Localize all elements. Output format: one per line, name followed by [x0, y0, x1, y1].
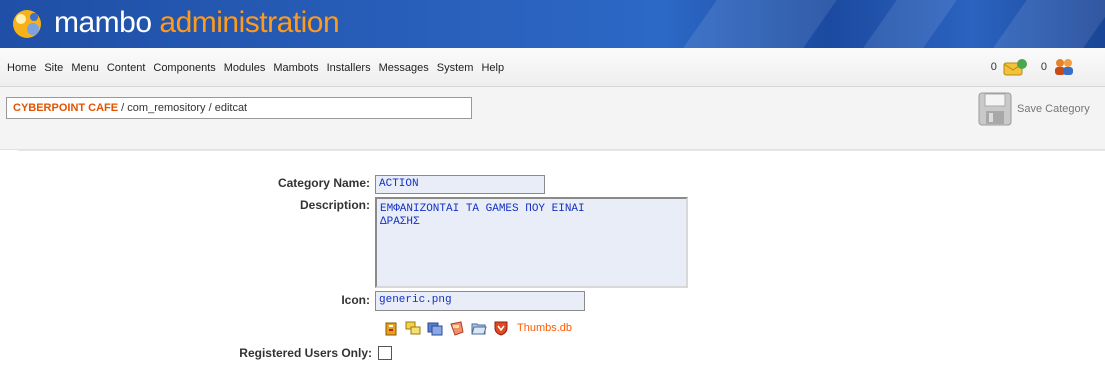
- category-name-label: Category Name:: [277, 176, 370, 190]
- menu-item-home[interactable]: Home: [7, 62, 36, 74]
- thumbs-db-link[interactable]: Thumbs.db: [517, 322, 572, 334]
- registered-users-checkbox[interactable]: [378, 346, 392, 360]
- banner-swoosh: [683, 0, 837, 48]
- mambo-logo-icon: [13, 10, 41, 38]
- menu-item-modules[interactable]: Modules: [224, 62, 266, 74]
- users-count: 0: [1040, 61, 1047, 73]
- folder-open-icon[interactable]: [471, 320, 487, 336]
- category-name-input[interactable]: ACTION: [375, 175, 545, 194]
- menu-item-system[interactable]: System: [437, 62, 474, 74]
- save-category-label: Save Category: [1017, 103, 1090, 115]
- users-icon[interactable]: [1053, 58, 1075, 76]
- menu-item-installers[interactable]: Installers: [327, 62, 371, 74]
- banner-swoosh: [993, 0, 1105, 48]
- main-menu: Home Site Menu Content Components Module…: [7, 62, 512, 74]
- menu-item-content[interactable]: Content: [107, 62, 146, 74]
- breadcrumb-path: / com_remository / editcat: [118, 102, 248, 114]
- floppy-disk-icon: [978, 92, 1012, 126]
- archive-icon[interactable]: [383, 320, 399, 336]
- menu-item-menu[interactable]: Menu: [71, 62, 99, 74]
- header-banner: mambo administration: [0, 0, 1105, 48]
- brand-word-mambo: mambo: [54, 6, 152, 39]
- menu-item-components[interactable]: Components: [153, 62, 215, 74]
- description-label: Description:: [299, 198, 370, 212]
- banner-swoosh: [863, 0, 957, 48]
- images-icon[interactable]: [427, 320, 443, 336]
- breadcrumb-site[interactable]: CYBERPOINT CAFE: [13, 102, 118, 114]
- brand-word-administration: administration: [159, 6, 340, 39]
- registered-users-label: Registered Users Only:: [239, 346, 372, 360]
- icon-choices: Thumbs.db: [383, 320, 572, 336]
- menu-item-help[interactable]: Help: [481, 62, 504, 74]
- pathway-bar: CYBERPOINT CAFE / com_remository / editc…: [0, 87, 1105, 150]
- icon-label: Icon:: [341, 293, 370, 307]
- breadcrumb: CYBERPOINT CAFE / com_remository / editc…: [6, 97, 472, 119]
- messages-count: 0: [990, 61, 997, 73]
- menu-bar: Home Site Menu Content Components Module…: [0, 48, 1105, 87]
- menu-item-site[interactable]: Site: [44, 62, 63, 74]
- heart-shield-icon[interactable]: [493, 320, 509, 336]
- folders-icon[interactable]: [405, 320, 421, 336]
- menu-item-mambots[interactable]: Mambots: [273, 62, 318, 74]
- envelope-icon[interactable]: [1003, 58, 1027, 76]
- brand-title: mambo administration: [54, 6, 340, 40]
- shield-bookmark-icon[interactable]: [449, 320, 465, 336]
- description-textarea[interactable]: ΕΜΦΑΝΙΖΟΝΤΑΙ ΤΑ GAMES ΠΟΥ ΕΙΝΑΙ ΔΡΑΣΗΣ: [375, 197, 688, 288]
- save-category-button[interactable]: Save Category: [977, 91, 1090, 127]
- menu-item-messages[interactable]: Messages: [379, 62, 429, 74]
- icon-input[interactable]: generic.png: [375, 291, 585, 311]
- header-stats: 0 0: [991, 58, 1075, 76]
